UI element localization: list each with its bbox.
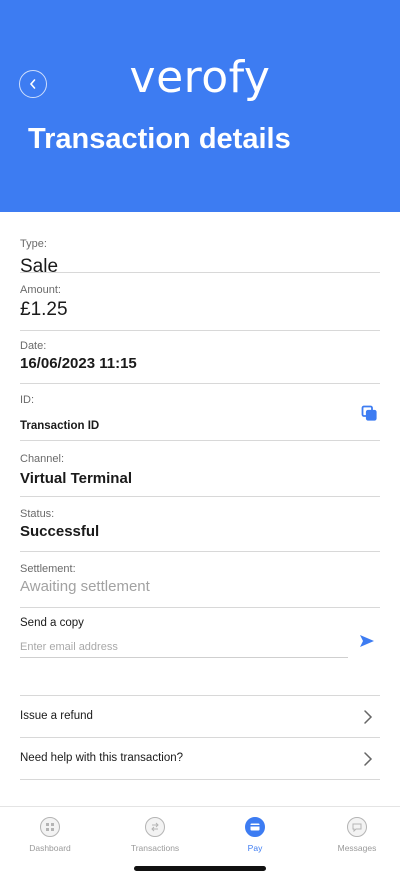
tab-transactions[interactable]: Transactions: [105, 807, 205, 867]
email-field[interactable]: [20, 636, 348, 658]
tab-pay[interactable]: Pay: [205, 807, 305, 867]
help-row[interactable]: Need help with this transaction?: [20, 738, 380, 780]
channel-value: Virtual Terminal: [20, 470, 132, 487]
channel-label: Channel:: [20, 453, 65, 465]
status-value: Successful: [20, 523, 100, 540]
id-field: ID: Transaction ID: [20, 384, 380, 441]
page-title: Transaction details: [28, 123, 291, 155]
id-label: ID:: [20, 394, 35, 406]
home-indicator: [134, 866, 266, 871]
tab-messages[interactable]: Messages: [307, 807, 400, 867]
messages-icon: [347, 817, 367, 837]
id-value: Transaction ID: [20, 420, 100, 432]
status-label: Status:: [20, 508, 55, 520]
date-field: Date: 16/06/2023 11:15: [20, 331, 380, 384]
send-copy-section: Send a copy: [20, 608, 380, 696]
dashboard-icon: [40, 817, 60, 837]
tab-dashboard-label: Dashboard: [29, 843, 71, 853]
chevron-right-icon: [364, 710, 373, 724]
date-label: Date:: [20, 340, 47, 352]
tab-messages-label: Messages: [337, 843, 377, 853]
amount-label: Amount:: [20, 284, 61, 296]
status-field: Status: Successful: [20, 497, 380, 552]
settlement-value: Awaiting settlement: [20, 578, 150, 595]
transactions-icon: [145, 817, 165, 837]
issue-refund-row[interactable]: Issue a refund: [20, 696, 380, 738]
tab-pay-label: Pay: [247, 843, 263, 853]
header: verofy Transaction details: [0, 0, 400, 212]
copy-icon[interactable]: [360, 404, 378, 422]
type-field: Type: Sale: [20, 212, 380, 277]
verofy-logo: verofy: [129, 52, 271, 103]
transaction-details: Type: Sale Amount: £1.25 Date: 16/06/202…: [0, 212, 400, 780]
send-arrow-icon[interactable]: [358, 632, 376, 650]
amount-value: £1.25: [20, 299, 68, 320]
type-label: Type:: [20, 238, 47, 250]
issue-refund-label: Issue a refund: [20, 710, 93, 722]
settlement-label: Settlement:: [20, 563, 76, 575]
pay-icon: [245, 817, 265, 837]
channel-field: Channel: Virtual Terminal: [20, 441, 380, 497]
send-copy-label: Send a copy: [20, 617, 84, 629]
amount-field: Amount: £1.25: [20, 273, 380, 331]
tab-dashboard[interactable]: Dashboard: [0, 807, 100, 867]
chevron-right-icon: [364, 752, 373, 766]
help-label: Need help with this transaction?: [20, 752, 184, 764]
date-value: 16/06/2023 11:15: [20, 355, 137, 372]
tab-transactions-label: Transactions: [130, 843, 180, 853]
settlement-field: Settlement: Awaiting settlement: [20, 552, 380, 608]
